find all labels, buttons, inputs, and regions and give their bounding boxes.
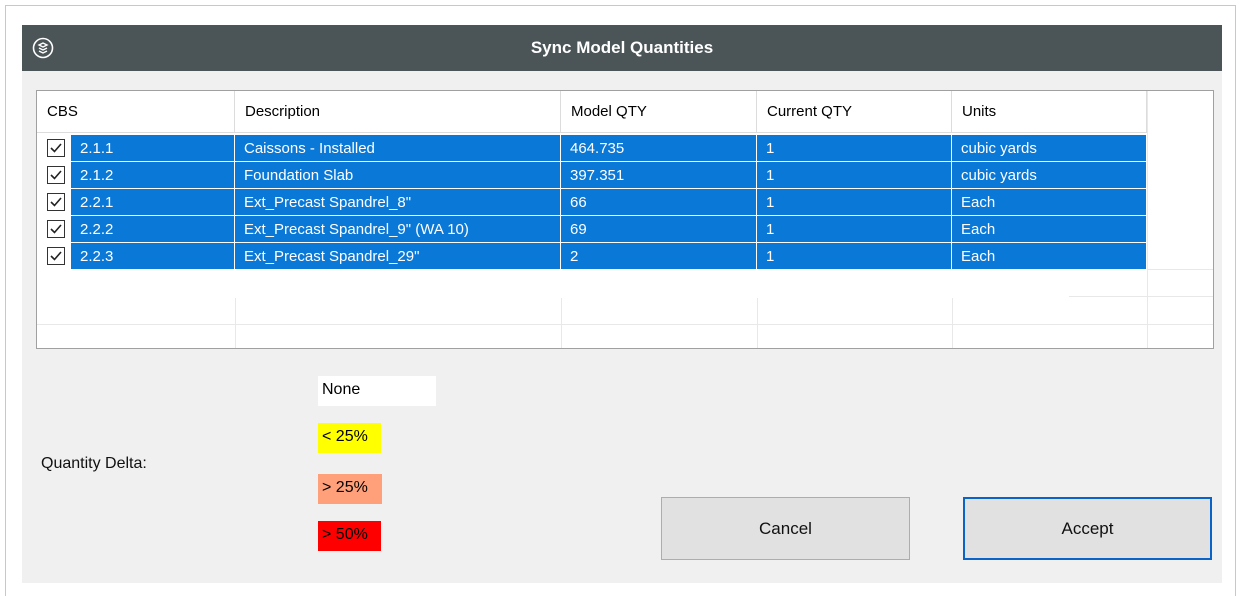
cell-description: Foundation Slab [235,162,561,189]
cell-current-qty[interactable]: 1 [757,189,952,216]
column-header-description[interactable]: Description [235,91,561,133]
cell-current-qty[interactable]: 1 [757,135,952,162]
legend-none-swatch: None [318,376,436,406]
column-header-cbs[interactable]: CBS [37,91,235,133]
cancel-button[interactable]: Cancel [661,497,910,560]
cell-model-qty: 66 [561,189,757,216]
quantity-delta-label: Quantity Delta: [41,455,147,472]
cell-current-qty[interactable]: 1 [757,243,952,270]
grid-line [1147,269,1213,270]
cell-current-qty[interactable]: 1 [757,216,952,243]
cell-description: Ext_Precast Spandrel_29" [235,243,561,270]
row-checkbox[interactable] [47,220,65,238]
legend-over-25-swatch: > 25% [318,474,382,504]
cell-model-qty: 69 [561,216,757,243]
cell-model-qty: 397.351 [561,162,757,189]
cell-cbs: 2.1.2 [71,162,235,189]
cell-model-qty: 464.735 [561,135,757,162]
legend-under-25-swatch: < 25% [318,423,381,453]
cell-model-qty: 2 [561,243,757,270]
grid-line [37,324,1213,325]
column-header-units[interactable]: Units [952,91,1147,133]
row-checkbox[interactable] [47,139,65,157]
window-title: Sync Model Quantities [530,38,714,57]
column-header-model-qty[interactable]: Model QTY [561,91,757,133]
grid-line [1069,296,1213,297]
title-bar: Sync Model Quantities [22,25,1222,71]
cell-cbs: 2.2.1 [71,189,235,216]
row-checkbox[interactable] [47,247,65,265]
cell-current-qty[interactable]: 1 [757,162,952,189]
cell-cbs: 2.1.1 [71,135,235,162]
row-checkbox[interactable] [47,166,65,184]
cell-description: Ext_Precast Spandrel_9" (WA 10) [235,216,561,243]
cell-units: Each [952,216,1147,243]
cell-units: cubic yards [952,135,1147,162]
grid-line [1147,91,1148,348]
legend-over-50-swatch: > 50% [318,521,381,551]
cell-cbs: 2.2.3 [71,243,235,270]
cell-description: Ext_Precast Spandrel_8" [235,189,561,216]
cell-cbs: 2.2.2 [71,216,235,243]
cell-units: Each [952,243,1147,270]
cell-units: Each [952,189,1147,216]
sync-model-quantities-dialog: Sync Model Quantities CBS Description Mo… [22,25,1222,583]
column-header-current-qty[interactable]: Current QTY [757,91,952,133]
quantities-table[interactable]: CBS Description Model QTY Current QTY Un… [36,90,1214,349]
cell-units: cubic yards [952,162,1147,189]
accept-button[interactable]: Accept [963,497,1212,560]
row-checkbox[interactable] [47,193,65,211]
cell-description: Caissons - Installed [235,135,561,162]
